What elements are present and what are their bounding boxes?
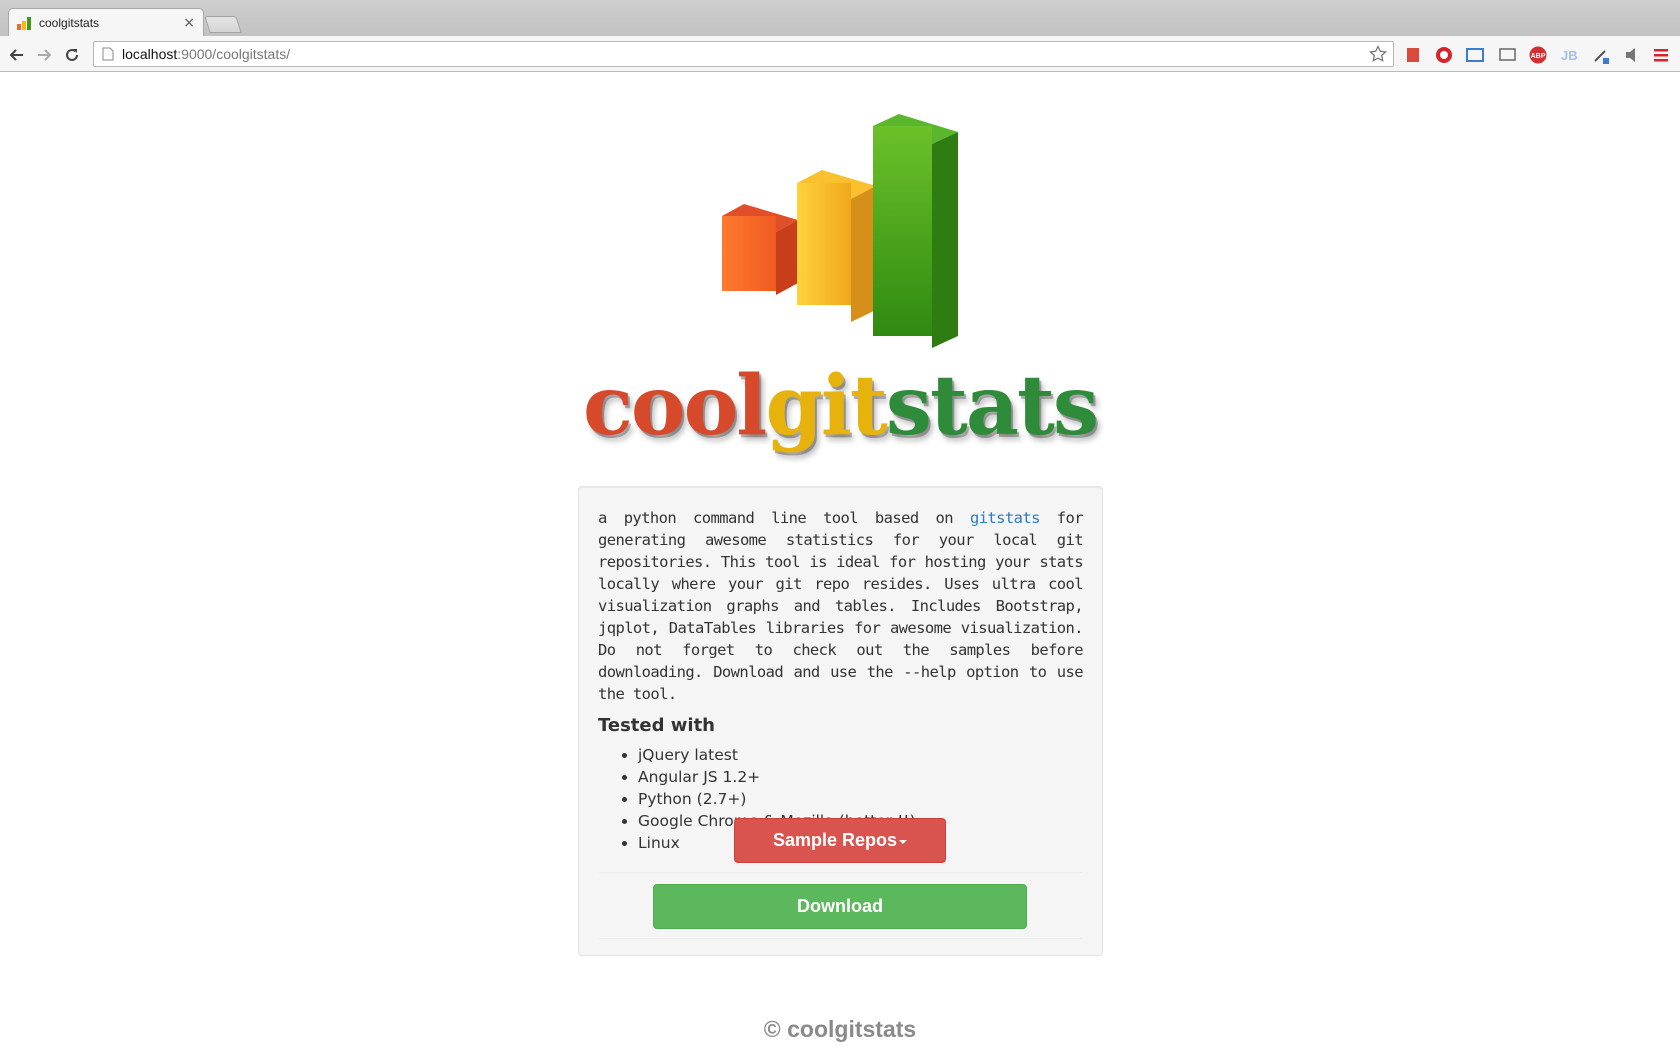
divider [599, 872, 1082, 873]
gitstats-link[interactable]: gitstats [970, 509, 1040, 527]
logo-wordmark: coolgitstats [582, 358, 1099, 454]
sample-repos-button[interactable]: Sample Repos [734, 818, 946, 863]
tested-with-heading: Tested with [598, 715, 715, 736]
caret-down-icon [899, 840, 908, 844]
logo-bar-chart-icon [722, 114, 958, 348]
list-item: Angular JS 1.2+ [638, 766, 1083, 788]
divider [599, 938, 1082, 939]
footer-copyright: © coolgitstats [763, 1016, 917, 1042]
list-item: Python (2.7+) [638, 788, 1083, 810]
list-item: jQuery latest [638, 744, 1083, 766]
description-text: a python command line tool based on gits… [598, 509, 1084, 703]
description-panel: a python command line tool based on gits… [578, 486, 1103, 956]
download-button[interactable]: Download [653, 884, 1027, 929]
